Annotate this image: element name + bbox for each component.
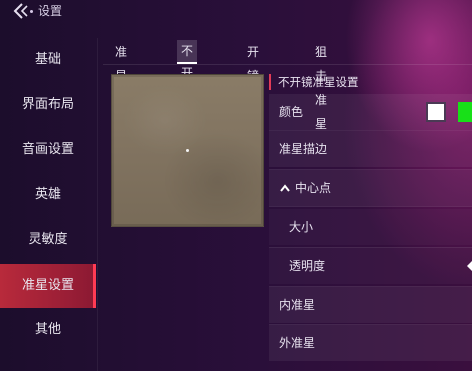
- back-chevron-icon: [13, 3, 28, 19]
- sidebar-item-basic[interactable]: 基础: [0, 38, 96, 82]
- sidebar-item-other[interactable]: 其他: [0, 308, 96, 352]
- tabs-divider: [103, 64, 472, 65]
- inner-crosshair-label: 内准星: [279, 298, 316, 312]
- crosshair-center-dot: [186, 149, 189, 152]
- setting-row-inner-crosshair[interactable]: 内准星: [269, 287, 472, 323]
- sidebar-item-audio-video[interactable]: 音画设置: [0, 128, 96, 172]
- section-header: 不开镜准星设置: [269, 74, 472, 90]
- sidebar-item-interface-layout[interactable]: 界面布局: [0, 83, 96, 127]
- setting-row-opacity[interactable]: 透明度: [269, 248, 472, 284]
- tab-hipfire-crosshair[interactable]: 不开镜准星: [177, 40, 198, 146]
- setting-row-center-dot[interactable]: 中心点: [269, 170, 472, 206]
- center-dot-label: 中心点: [295, 181, 332, 195]
- tab-sniper-crosshair[interactable]: 狙击准星: [311, 40, 331, 131]
- page-title: 设置: [38, 4, 63, 18]
- setting-row-outer-crosshair[interactable]: 外准星: [269, 325, 472, 361]
- sidebar-divider: [97, 38, 98, 371]
- sidebar-item-crosshair[interactable]: 准星设置: [0, 264, 96, 308]
- setting-row-color[interactable]: 颜色: [269, 94, 472, 130]
- section-accent-bar: [269, 74, 271, 90]
- sidebar-item-hero[interactable]: 英雄: [0, 173, 96, 217]
- sidebar-item-sensitivity[interactable]: 灵敏度: [0, 218, 96, 262]
- tab-ads-crosshair[interactable]: 开镜准星: [243, 40, 263, 131]
- crosshair-preview: [111, 74, 264, 227]
- color-label: 颜色: [279, 105, 304, 119]
- row-separator: [269, 206, 472, 207]
- top-bar: 设置: [0, 0, 472, 22]
- title-dot: [30, 10, 33, 13]
- tab-crosshair-general[interactable]: 准星通用: [111, 40, 131, 131]
- chevron-up-icon[interactable]: [279, 182, 291, 194]
- back-button[interactable]: [10, 2, 32, 20]
- opacity-label: 透明度: [289, 259, 326, 273]
- slider-arrow-icon: [467, 261, 472, 271]
- setting-row-size[interactable]: 大小: [269, 209, 472, 245]
- size-label: 大小: [289, 220, 314, 234]
- color-swatch-green[interactable]: [458, 102, 472, 122]
- outer-crosshair-label: 外准星: [279, 336, 316, 350]
- color-swatch-white[interactable]: [426, 102, 446, 122]
- outline-label: 准星描边: [279, 142, 328, 156]
- setting-row-outline[interactable]: 准星描边: [269, 131, 472, 167]
- sidebar: 基础 界面布局 音画设置 英雄 灵敏度 准星设置 其他: [0, 38, 96, 371]
- section-title: 不开镜准星设置: [278, 75, 359, 89]
